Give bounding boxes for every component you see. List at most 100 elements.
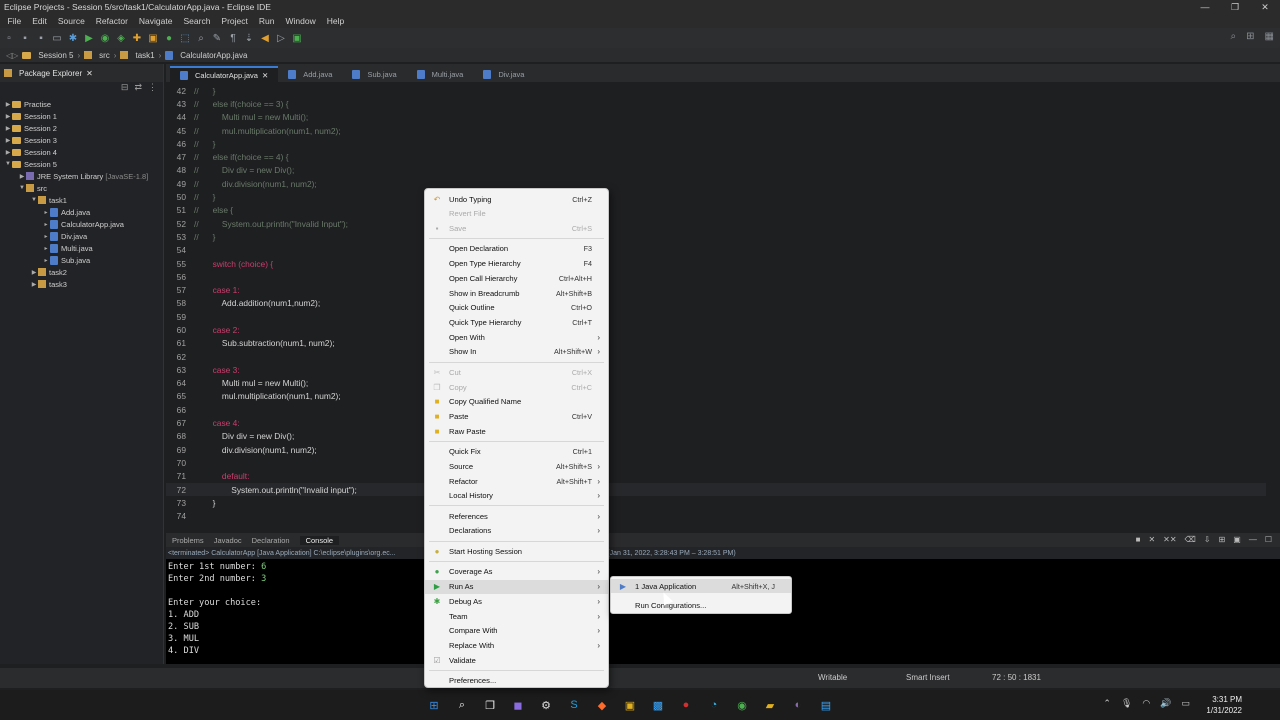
menu-item-compare-with[interactable]: Compare With › — [425, 624, 608, 638]
code-line[interactable]: 66 — [166, 403, 1266, 416]
menu-item-quick-outline[interactable]: Quick Outline Ctrl+O — [425, 301, 608, 315]
pin-icon[interactable]: ▣ — [292, 33, 302, 44]
run-toolbar-icon[interactable]: ▶ — [84, 33, 94, 44]
scroll-lock-icon[interactable]: ⇩ — [1204, 535, 1211, 544]
pin-console-icon[interactable]: ⊞ — [1219, 535, 1226, 544]
app-icon[interactable]: ◆ — [592, 695, 612, 715]
collapse-all-icon[interactable]: ⊟ — [121, 82, 129, 96]
tree-item-task1[interactable]: ▼ task1 — [0, 194, 163, 206]
coverage-toolbar-icon[interactable]: ◉ — [100, 33, 110, 44]
code-line[interactable]: 62 — [166, 350, 1266, 363]
code-line[interactable]: 57 case 1: — [166, 283, 1266, 296]
tree-item-div-java[interactable]: ▸ Div.java — [0, 230, 163, 242]
chrome-icon[interactable]: ◉ — [732, 695, 752, 715]
new-icon[interactable]: ▫ — [4, 33, 14, 44]
menu-window[interactable]: Window — [280, 16, 321, 26]
code-line[interactable]: 49 // div.division(num1, num2); — [166, 177, 1266, 190]
collapse-arrow-icon[interactable]: ▼ — [4, 161, 12, 167]
tree-item-task3[interactable]: ▶ task3 — [0, 278, 163, 290]
package-explorer-tab[interactable]: Package Explorer ✕ — [0, 64, 163, 82]
menu-item-replace-with[interactable]: Replace With › — [425, 638, 608, 652]
menu-item-declarations[interactable]: Declarations › — [425, 524, 608, 538]
battery-icon[interactable]: ▭ — [1181, 698, 1190, 709]
view-menu-icon[interactable]: ⋮ — [148, 82, 157, 96]
menu-item-undo-typing[interactable]: ↶ Undo Typing Ctrl+Z — [425, 192, 608, 206]
menu-item-revert-file[interactable]: Revert File — [425, 207, 608, 221]
code-line[interactable]: 70 — [166, 456, 1266, 469]
new-java-project-icon[interactable]: ✚ — [132, 33, 142, 44]
menu-refactor[interactable]: Refactor — [90, 16, 133, 26]
tree-item-multi-java[interactable]: ▸ Multi.java — [0, 242, 163, 254]
tree-item-src[interactable]: ▼ src — [0, 182, 163, 194]
save-icon[interactable]: ▪ — [20, 33, 30, 44]
menu-item-save[interactable]: ▪ Save Ctrl+S — [425, 221, 608, 235]
expand-arrow-icon[interactable]: ▶ — [4, 137, 12, 144]
menu-item-run-as[interactable]: ▶ Run As › — [425, 579, 608, 594]
code-line[interactable]: 50 // } — [166, 190, 1266, 203]
maximize-button[interactable]: ❐ — [1220, 0, 1250, 14]
file-explorer-icon[interactable]: ▰ — [760, 695, 780, 715]
code-line[interactable]: 61 Sub.subtraction(num1, num2); — [166, 337, 1266, 350]
code-line[interactable]: 54 — [166, 244, 1266, 257]
tree-item-session4[interactable]: ▶ Session 4 — [0, 146, 163, 158]
remove-launch-icon[interactable]: ✕ — [1148, 535, 1155, 544]
code-line[interactable]: 73 } — [166, 496, 1266, 509]
eclipse-taskbar-icon[interactable]: ◐ — [788, 695, 808, 715]
collapse-arrow-icon[interactable]: ▼ — [18, 185, 26, 191]
code-line[interactable]: 60 case 2: — [166, 323, 1266, 336]
windows-start-icon[interactable]: ⊞ — [424, 695, 444, 715]
code-area[interactable]: 42 // } 43 // else if(choice == 3) {44 // Mu… — [166, 84, 1266, 523]
expand-arrow-icon[interactable]: ▸ — [42, 245, 50, 252]
network-icon[interactable]: ◠ — [1142, 698, 1150, 709]
java-perspective-icon[interactable]: ▦ — [1265, 31, 1274, 42]
menu-item-debug-as[interactable]: ✱ Debug As › — [425, 594, 608, 608]
task-view-icon[interactable]: ❐ — [480, 695, 500, 715]
code-line[interactable]: 67 case 4: — [166, 416, 1266, 429]
menu-source[interactable]: Source — [52, 16, 90, 26]
tab-div[interactable]: Div.java — [473, 66, 534, 82]
code-line[interactable]: 68 Div div = new Div(); — [166, 430, 1266, 443]
minimize-button[interactable]: — — [1190, 0, 1220, 14]
menu-item-java-application[interactable]: ▶ 1 Java Application Alt+Shift+X, J — [611, 579, 791, 593]
menu-item-copy[interactable]: ❐ Copy Ctrl+C — [425, 380, 608, 394]
terminal-icon[interactable]: ▭ — [52, 33, 62, 44]
maximize-icon[interactable]: ☐ — [1265, 535, 1272, 544]
toggle-mark-icon[interactable]: ✎ — [212, 33, 222, 44]
close-icon[interactable]: ✕ — [86, 69, 93, 78]
expand-arrow-icon[interactable]: ▸ — [42, 221, 50, 228]
code-line[interactable]: 69 div.division(num1, num2); — [166, 443, 1266, 456]
code-line[interactable]: 46 // } — [166, 137, 1266, 150]
teams-icon[interactable]: ◼ — [508, 695, 528, 715]
code-line[interactable]: 55 switch (choice) { — [166, 257, 1266, 270]
tab-add[interactable]: Add.java — [278, 66, 342, 82]
clear-console-icon[interactable]: ⌫ — [1185, 535, 1196, 544]
expand-arrow-icon[interactable]: ▶ — [18, 173, 26, 180]
status-insert-mode[interactable]: Smart Insert — [906, 673, 950, 682]
tree-item-session3[interactable]: ▶ Session 3 — [0, 134, 163, 146]
code-line[interactable]: 58 Add.addition(num1,num2); — [166, 297, 1266, 310]
code-line[interactable]: 59 — [166, 310, 1266, 323]
tree-item-session1[interactable]: ▶ Session 1 — [0, 110, 163, 122]
expand-arrow-icon[interactable]: ▶ — [4, 125, 12, 132]
tree-item-session2[interactable]: ▶ Session 2 — [0, 122, 163, 134]
menu-item-coverage-as[interactable]: ● Coverage As › — [425, 565, 608, 579]
menu-navigate[interactable]: Navigate — [133, 16, 178, 26]
chevron-up-icon[interactable]: ⌃ — [1103, 698, 1111, 709]
save-all-icon[interactable]: ▪ — [36, 33, 46, 44]
menu-item-start-hosting-session[interactable]: ● Start Hosting Session — [425, 544, 608, 558]
search-icon[interactable]: ⌕ — [1231, 31, 1237, 42]
store-icon[interactable]: ▣ — [620, 695, 640, 715]
expand-arrow-icon[interactable]: ▶ — [4, 113, 12, 120]
menu-item-run-configurations[interactable]: Run Configurations... — [611, 598, 791, 612]
code-line[interactable]: 72 System.out.println("Invalid input"); — [166, 482, 1266, 497]
code-line[interactable]: 45 // mul.multiplication(num1, num2); — [166, 124, 1266, 137]
close-button[interactable]: ✕ — [1250, 0, 1280, 14]
minimize-icon[interactable]: — — [1249, 535, 1257, 544]
tab-declaration[interactable]: Declaration — [252, 536, 290, 545]
mic-icon[interactable]: 🎙 — [1121, 698, 1132, 709]
back-icon[interactable]: ◀ — [260, 33, 270, 44]
code-line[interactable]: 74 — [166, 510, 1266, 523]
open-type-icon[interactable]: ⬚ — [180, 33, 190, 44]
code-line[interactable]: 43 // else if(choice == 3) { — [166, 97, 1266, 110]
display-console-icon[interactable]: ▣ — [1233, 535, 1241, 544]
